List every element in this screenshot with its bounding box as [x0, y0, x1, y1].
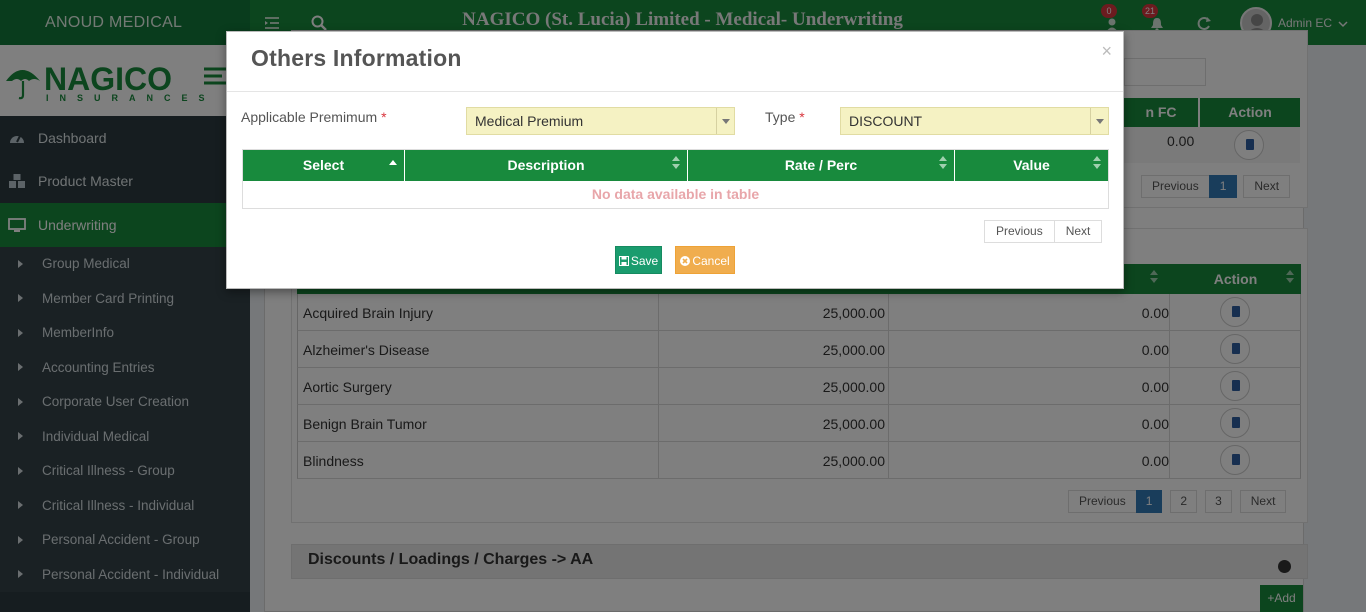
type-select[interactable]: DISCOUNT — [840, 107, 1109, 135]
close-icon[interactable]: × — [1101, 41, 1112, 62]
select-value: Medical Premium — [475, 113, 584, 129]
sort-icon — [939, 156, 947, 170]
label-text: Applicable Premimum — [241, 109, 378, 125]
dropdown-arrow-icon — [1090, 108, 1108, 134]
dropdown-arrow-icon — [716, 108, 734, 134]
empty-table-message: No data available in table — [591, 186, 760, 202]
select-value: DISCOUNT — [849, 113, 923, 129]
modal-header: Others Information × — [227, 32, 1123, 92]
modal-pagination: Previous Next — [984, 220, 1103, 243]
label-text: Type — [765, 109, 796, 125]
applicable-premium-select[interactable]: Medical Premium — [466, 107, 735, 135]
required-marker: * — [799, 109, 805, 125]
sort-icon — [672, 156, 680, 170]
applicable-premium-label: Applicable Premimum * — [241, 109, 387, 125]
sort-asc-icon — [389, 160, 397, 165]
column-label: Select — [302, 157, 345, 173]
save-label: Save — [630, 254, 659, 268]
cancel-label: Cancel — [692, 254, 730, 268]
type-label: Type * — [765, 109, 805, 125]
pager-next[interactable]: Next — [1053, 220, 1103, 243]
column-label: Description — [507, 157, 585, 173]
column-label: Value — [1013, 157, 1050, 173]
column-header-rate[interactable]: Rate / Perc — [688, 150, 955, 181]
column-header-value[interactable]: Value — [955, 150, 1108, 181]
pager-previous[interactable]: Previous — [984, 220, 1055, 243]
cancel-button[interactable]: Cancel — [675, 246, 735, 274]
floppy-disk-icon — [618, 248, 629, 266]
required-marker: * — [381, 109, 387, 125]
others-information-modal: Others Information × Applicable Premimum… — [226, 31, 1124, 289]
times-circle-icon — [680, 248, 691, 266]
column-label: Rate / Perc — [784, 157, 858, 173]
column-header-select[interactable]: Select — [243, 150, 405, 181]
column-header-description[interactable]: Description — [405, 150, 688, 181]
sort-icon — [1093, 156, 1101, 170]
save-button[interactable]: Save — [615, 246, 662, 274]
others-info-table: Select Description Rate / Perc Value No … — [242, 149, 1109, 209]
modal-title: Others Information — [251, 45, 462, 71]
